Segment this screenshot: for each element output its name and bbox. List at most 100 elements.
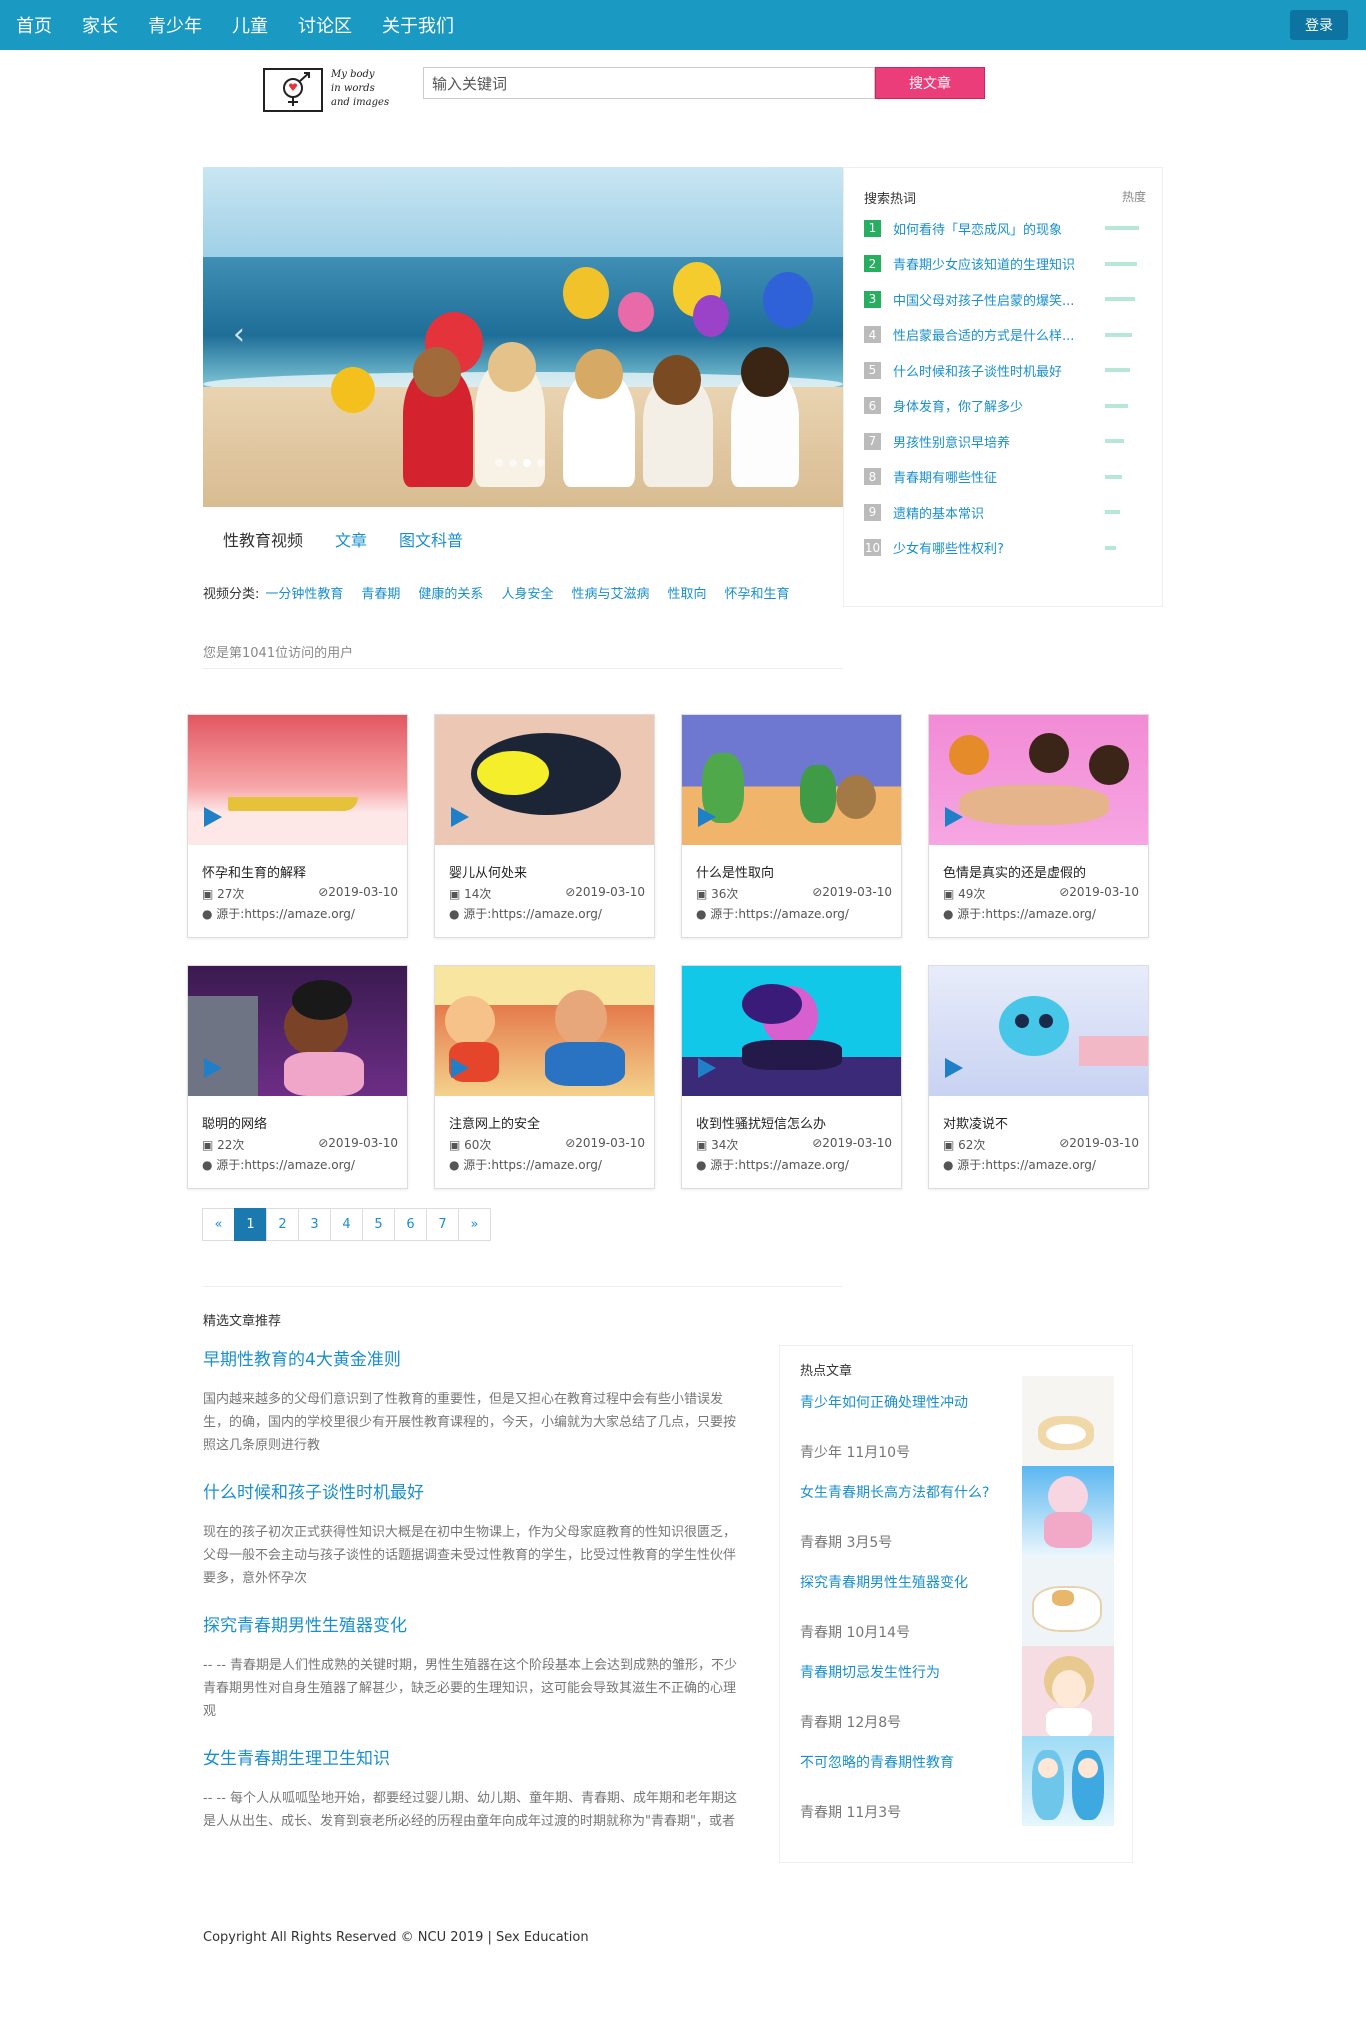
hot-search-item[interactable]: 8 青春期有哪些性征 — [864, 467, 1146, 487]
hot-search-label[interactable]: 什么时候和孩子谈性时机最好 — [893, 361, 1093, 380]
hot-article-title[interactable]: 女生青春期长高方法都有什么? — [800, 1482, 989, 1502]
hot-search-item[interactable]: 4 性启蒙最合适的方式是什么样... — [864, 325, 1146, 345]
hot-search-label[interactable]: 青春期有哪些性征 — [893, 467, 1093, 486]
video-thumbnail[interactable] — [188, 966, 407, 1096]
hot-search-item[interactable]: 3 中国父母对孩子性启蒙的爆笑... — [864, 289, 1146, 309]
page-3[interactable]: 3 — [298, 1208, 331, 1241]
featured-article-title[interactable]: 早期性教育的4大黄金准则 — [203, 1345, 741, 1370]
tab-illustrated-science[interactable]: 图文科普 — [399, 527, 463, 551]
play-icon[interactable] — [698, 807, 716, 827]
video-card[interactable]: 对欺凌说不 ▣ 62次 ⊘2019-03-10 ● 源于:https://amaze.… — [928, 965, 1149, 1189]
hot-search-item[interactable]: 10 少女有哪些性权利? — [864, 538, 1146, 558]
hot-search-label[interactable]: 遗精的基本常识 — [893, 503, 1093, 522]
search-input[interactable]: 输入关键词 — [423, 67, 875, 99]
hot-article-thumbnail[interactable] — [1022, 1736, 1114, 1826]
hot-article-title[interactable]: 不可忽略的青春期性教育 — [800, 1752, 954, 1772]
carousel-dot-2[interactable] — [509, 459, 517, 467]
page-5[interactable]: 5 — [362, 1208, 395, 1241]
tab-sex-education-videos[interactable]: 性教育视频 — [223, 527, 303, 551]
video-card[interactable]: 聪明的网络 ▣ 22次 ⊘2019-03-10 ● 源于:https://amaze.… — [187, 965, 408, 1189]
nav-parents[interactable]: 家长 — [82, 12, 118, 38]
video-card[interactable]: 收到性骚扰短信怎么办 ▣ 34次 ⊘2019-03-10 ● 源于:https://a… — [681, 965, 902, 1189]
hot-article-thumbnail[interactable] — [1022, 1376, 1114, 1466]
carousel-dot-4[interactable] — [537, 459, 545, 467]
video-title[interactable]: 婴儿从何处来 — [449, 862, 527, 881]
play-icon[interactable] — [945, 807, 963, 827]
hot-article-thumbnail[interactable] — [1022, 1556, 1114, 1646]
tab-articles[interactable]: 文章 — [335, 527, 367, 551]
video-thumbnail[interactable] — [435, 966, 654, 1096]
video-card[interactable]: 注意网上的安全 ▣ 60次 ⊘2019-03-10 ● 源于:https://amaz… — [434, 965, 655, 1189]
nav-home[interactable]: 首页 — [16, 12, 52, 38]
hot-search-label[interactable]: 中国父母对孩子性启蒙的爆笑... — [893, 290, 1093, 309]
video-card[interactable]: 什么是性取向 ▣ 36次 ⊘2019-03-10 ● 源于:https://amaze… — [681, 714, 902, 938]
hot-search-label[interactable]: 青春期少女应该知道的生理知识 — [893, 254, 1093, 273]
hot-search-label[interactable]: 如何看待「早恋成风」的现象 — [893, 219, 1093, 238]
video-title[interactable]: 对欺凌说不 — [943, 1113, 1008, 1132]
video-category-std-aids[interactable]: 性病与艾滋病 — [571, 583, 649, 602]
login-button[interactable]: 登录 — [1290, 10, 1348, 40]
page-2[interactable]: 2 — [266, 1208, 299, 1241]
hot-search-label[interactable]: 身体发育，你了解多少 — [893, 396, 1093, 415]
hot-search-item[interactable]: 9 遗精的基本常识 — [864, 502, 1146, 522]
hot-search-label[interactable]: 男孩性别意识早培养 — [893, 432, 1093, 451]
carousel-dot-1[interactable] — [495, 459, 503, 467]
play-icon[interactable] — [204, 1058, 222, 1078]
hot-article-title[interactable]: 青少年如何正确处理性冲动 — [800, 1392, 968, 1412]
hot-search-item[interactable]: 2 青春期少女应该知道的生理知识 — [864, 254, 1146, 274]
video-card[interactable]: 怀孕和生育的解释 ▣ 27次 ⊘2019-03-10 ● 源于:https://ama… — [187, 714, 408, 938]
video-card[interactable]: 色情是真实的还是虚假的 ▣ 49次 ⊘2019-03-10 ● 源于:https://… — [928, 714, 1149, 938]
video-title[interactable]: 怀孕和生育的解释 — [202, 862, 306, 881]
video-thumbnail[interactable] — [929, 966, 1148, 1096]
hot-article-title[interactable]: 探究青春期男性生殖器变化 — [800, 1572, 968, 1592]
video-category-personal-safety[interactable]: 人身安全 — [501, 583, 553, 602]
video-card[interactable]: 婴儿从何处来 ▣ 14次 ⊘2019-03-10 ● 源于:https://amaze… — [434, 714, 655, 938]
video-title[interactable]: 注意网上的安全 — [449, 1113, 540, 1132]
video-thumbnail[interactable] — [188, 715, 407, 845]
play-icon[interactable] — [204, 807, 222, 827]
nav-forum[interactable]: 讨论区 — [298, 12, 352, 38]
carousel-prev-arrow-icon[interactable]: ‹ — [233, 317, 245, 352]
featured-article-title[interactable]: 女生青春期生理卫生知识 — [203, 1744, 741, 1769]
nav-children[interactable]: 儿童 — [232, 12, 268, 38]
video-category-1min[interactable]: 一分钟性教育 — [265, 583, 343, 602]
hot-article-title[interactable]: 青春期切忌发生性行为 — [800, 1662, 940, 1682]
page-7[interactable]: 7 — [426, 1208, 459, 1241]
video-category-pregnancy[interactable]: 怀孕和生育 — [724, 583, 789, 602]
play-icon[interactable] — [451, 807, 469, 827]
hot-search-item[interactable]: 5 什么时候和孩子谈性时机最好 — [864, 360, 1146, 380]
video-thumbnail[interactable] — [435, 715, 654, 845]
video-title[interactable]: 聪明的网络 — [202, 1113, 267, 1132]
video-category-healthy-relationships[interactable]: 健康的关系 — [418, 583, 483, 602]
video-thumbnail[interactable] — [682, 966, 901, 1096]
search-articles-button[interactable]: 搜文章 — [875, 67, 985, 99]
nav-teens[interactable]: 青少年 — [148, 12, 202, 38]
video-category-orientation[interactable]: 性取向 — [667, 583, 706, 602]
video-thumbnail[interactable] — [929, 715, 1148, 845]
nav-about[interactable]: 关于我们 — [382, 12, 454, 38]
video-title[interactable]: 色情是真实的还是虚假的 — [943, 862, 1086, 881]
featured-article-title[interactable]: 什么时候和孩子谈性时机最好 — [203, 1478, 741, 1503]
carousel-dot-3[interactable] — [523, 459, 531, 467]
page-next[interactable]: » — [458, 1208, 491, 1241]
hot-search-label[interactable]: 性启蒙最合适的方式是什么样... — [893, 325, 1093, 344]
page-6[interactable]: 6 — [394, 1208, 427, 1241]
video-category-puberty[interactable]: 青春期 — [361, 583, 400, 602]
page-prev[interactable]: « — [202, 1208, 235, 1241]
page-4[interactable]: 4 — [330, 1208, 363, 1241]
play-icon[interactable] — [698, 1058, 716, 1078]
video-thumbnail[interactable] — [682, 715, 901, 845]
play-icon[interactable] — [945, 1058, 963, 1078]
video-title[interactable]: 什么是性取向 — [696, 862, 774, 881]
hot-article-thumbnail[interactable] — [1022, 1466, 1114, 1556]
hot-article-thumbnail[interactable] — [1022, 1646, 1114, 1736]
play-icon[interactable] — [451, 1058, 469, 1078]
video-title[interactable]: 收到性骚扰短信怎么办 — [696, 1113, 826, 1132]
site-logo[interactable]: My body in words and images — [263, 66, 399, 116]
hot-search-label[interactable]: 少女有哪些性权利? — [893, 538, 1093, 557]
hero-carousel[interactable]: ‹ — [203, 167, 843, 507]
hot-search-item[interactable]: 1 如何看待「早恋成风」的现象 — [864, 218, 1146, 238]
page-1[interactable]: 1 — [234, 1208, 267, 1241]
hot-search-item[interactable]: 6 身体发育，你了解多少 — [864, 396, 1146, 416]
featured-article-title[interactable]: 探究青春期男性生殖器变化 — [203, 1611, 741, 1636]
